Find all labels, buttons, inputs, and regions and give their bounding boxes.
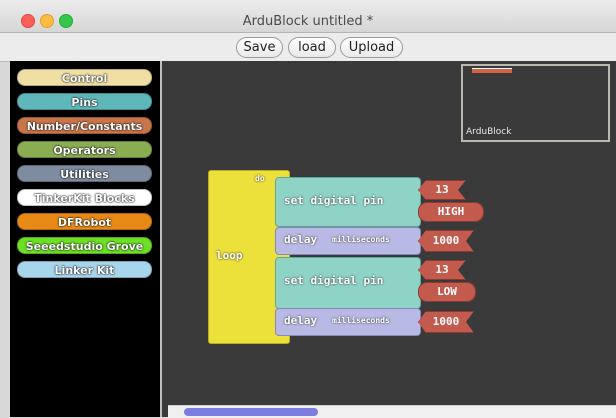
upload-button[interactable]: Upload (340, 37, 403, 58)
block-label: delay (284, 314, 318, 327)
category-control[interactable]: Control (17, 69, 152, 86)
category-utilities[interactable]: Utilities (17, 165, 152, 182)
category-linker-kit[interactable]: Linker Kit (17, 261, 152, 278)
category-label: Utilities (60, 168, 109, 181)
loop-label: loop (216, 249, 243, 262)
category-label: Pins (71, 96, 98, 109)
block-label: set digital pin (284, 194, 384, 207)
category-dfrobot[interactable]: DFRobot (17, 213, 152, 230)
window-title: ArduBlock untitled * (242, 14, 374, 29)
title-bar: ArduBlock untitled * (0, 0, 616, 33)
set-digital-pin-block[interactable]: set digital pin (275, 177, 421, 227)
do-label: do (255, 174, 265, 183)
minimap[interactable]: ArduBlock (461, 64, 610, 142)
block-label: delay (284, 233, 318, 246)
load-button[interactable]: load (288, 37, 336, 58)
pin-state-value[interactable]: LOW (418, 282, 476, 302)
category-label: Seeedstudio Grove (25, 240, 144, 253)
horizontal-scrollbar[interactable] (168, 405, 616, 418)
category-seeedstudio[interactable]: Seeedstudio Grove (17, 237, 152, 254)
delay-block[interactable]: delay milliseconds (275, 227, 421, 255)
delay-unit-label: milliseconds (332, 316, 390, 325)
minimap-block-preview (472, 68, 512, 73)
delay-value[interactable]: 1000 (418, 311, 474, 333)
delay-unit-label: milliseconds (332, 235, 390, 244)
set-digital-pin-block[interactable]: set digital pin (275, 257, 421, 309)
delay-block[interactable]: delay milliseconds (275, 308, 421, 336)
category-label: TinkerKit Blocks (34, 192, 135, 205)
save-button[interactable]: Save (236, 37, 283, 58)
minimap-label: ArduBlock (466, 127, 512, 137)
pin-state-value[interactable]: HIGH (418, 202, 484, 222)
category-label: Linker Kit (54, 264, 115, 277)
category-pins[interactable]: Pins (17, 93, 152, 110)
block-palette: Control Pins Number/Constants Operators … (10, 61, 160, 417)
category-operators[interactable]: Operators (17, 141, 152, 158)
category-label: Operators (53, 144, 116, 157)
category-label: Number/Constants (26, 120, 143, 133)
category-numbers[interactable]: Number/Constants (17, 117, 152, 134)
category-label: Control (61, 72, 108, 85)
category-label: DFRobot (57, 216, 112, 229)
delay-value[interactable]: 1000 (418, 230, 474, 252)
toolbar: Save load Upload (0, 33, 616, 62)
scrollbar-thumb[interactable] (184, 408, 318, 416)
block-label: set digital pin (284, 274, 384, 287)
category-tinkerkit[interactable]: TinkerKit Blocks (17, 189, 152, 206)
